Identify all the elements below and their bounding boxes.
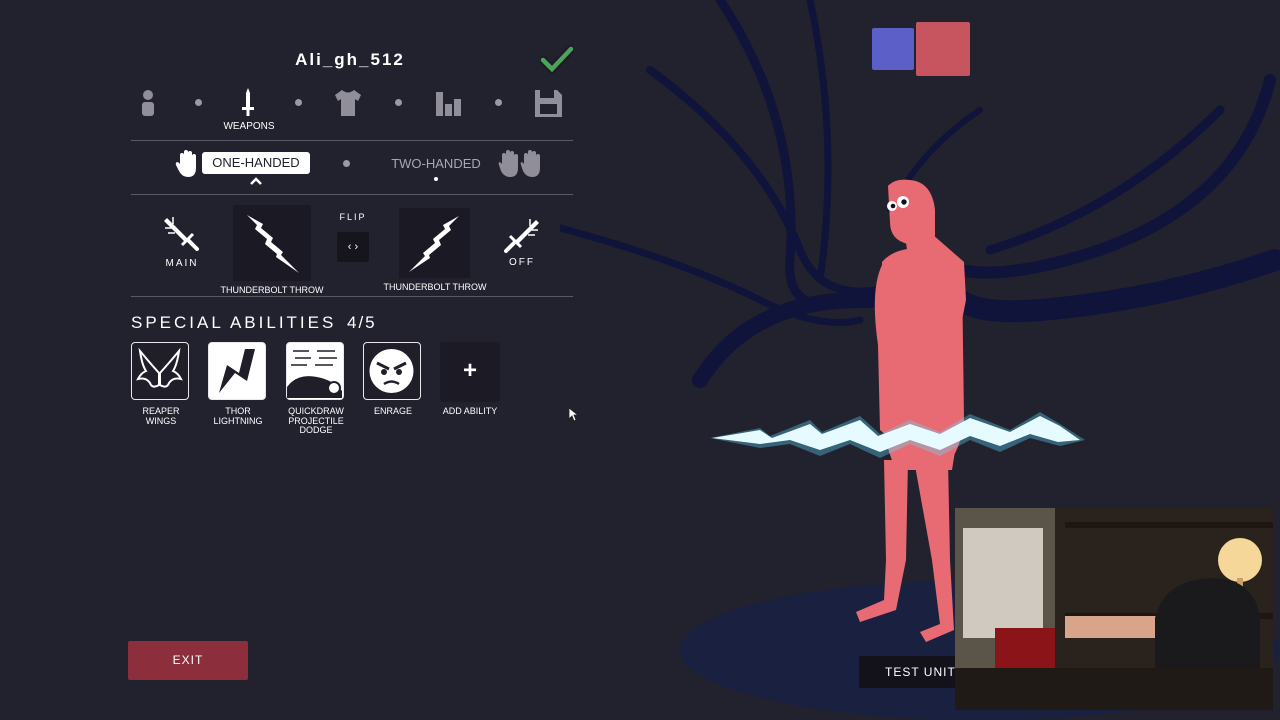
one-hand-icon [175,150,196,177]
add-ability-label: ADD ABILITY [442,406,498,416]
special-abilities-title: SPECIAL ABILITIES [131,313,337,332]
abilities-count: 4/5 [347,313,377,332]
mode-separator-dot [343,160,350,167]
team-red-button[interactable] [916,22,970,76]
off-hand-label: OFF [509,257,535,268]
divider [131,194,573,195]
two-handed-tab[interactable]: TWO-HANDED [376,156,496,171]
lightning-bolt-icon [219,349,255,393]
exit-button[interactable]: EXIT [128,641,248,680]
chevron-up-icon [250,177,262,185]
ability-thor-lightning[interactable] [208,342,266,400]
off-weapon-name: THUNDERBOLT THROW [383,282,487,292]
thunderbolt-weapon-icon [409,216,459,272]
off-hand-sword-icon[interactable] [503,216,541,254]
reaper-wings-icon [136,347,183,388]
team-blue-button[interactable] [872,28,914,70]
unit-name-title[interactable]: Ali_gh_512 [230,50,470,70]
flip-label: FLIP [339,212,367,222]
unit-figure [856,179,966,642]
main-hand-sword-icon[interactable] [162,214,200,252]
main-hand-label: MAIN [165,258,199,269]
main-weapon-name: THUNDERBOLT THROW [220,285,324,295]
off-weapon-slot[interactable] [399,208,470,278]
two-handed-indicator-dot [434,177,438,181]
one-handed-tab[interactable]: ONE-HANDED [202,152,310,174]
webcam-video-image [955,508,1273,710]
main-weapon-slot[interactable] [233,205,311,281]
nav-separator-dot [395,99,402,106]
divider [131,140,573,141]
nav-separator-dot [495,99,502,106]
ability-label: THOR LIGHTNING [213,406,263,426]
thunderbolt-weapon-icon [247,215,299,273]
webcam-overlay [955,508,1273,710]
ability-enrage[interactable] [363,342,421,400]
nav-separator-dot [295,99,302,106]
divider [131,296,573,297]
add-ability-button[interactable]: + [440,342,500,402]
unit-body-icon[interactable] [131,86,165,120]
projectile-dodge-icon [287,350,342,398]
two-hands-icon [498,150,540,177]
sword-icon[interactable] [231,86,265,120]
shirt-icon[interactable] [331,86,365,120]
category-label-weapons: WEAPONS [223,121,275,132]
nav-separator-dot [195,99,202,106]
angry-face-icon [369,349,414,393]
ability-quickdraw-dodge[interactable] [286,342,344,400]
ability-reaper-wings[interactable] [131,342,189,400]
stats-icon[interactable] [431,86,465,120]
flip-weapons-button[interactable]: ‹ › [337,232,369,262]
